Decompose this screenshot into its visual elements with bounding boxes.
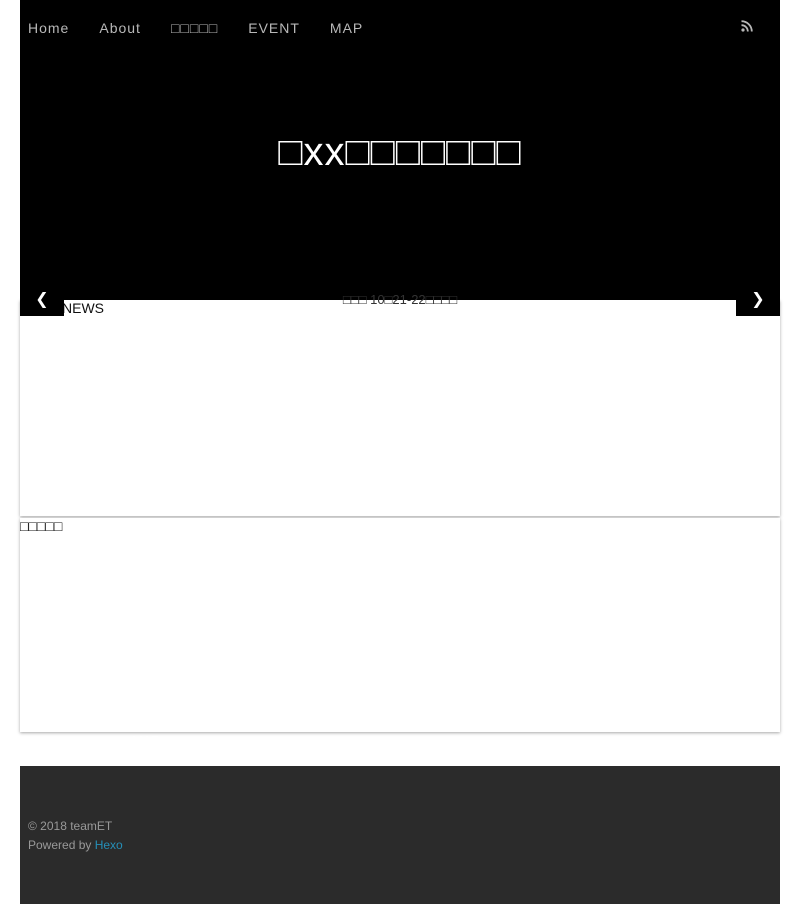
nav-item-home[interactable]: Home — [28, 18, 69, 38]
nav-item-3[interactable]: □□□□□ — [171, 18, 218, 38]
hero-banner: Home About □□□□□ EVENT MAP □xx□□□□□□□ — [20, 0, 780, 300]
powered-by: Powered by Hexo — [28, 837, 123, 853]
site-title: □xx□□□□□□□ — [278, 130, 522, 174]
quick-link-2-line2: □□□ — [388, 749, 412, 764]
quick-link-3-line2: □□□□ — [637, 749, 669, 764]
slider-prev-button[interactable]: ❮ — [20, 284, 64, 316]
nav-item-event[interactable]: EVENT — [248, 18, 300, 38]
copyright-text: © 2018 teamET — [28, 819, 113, 833]
footer: © 2018 teamET Powered by Hexo — [20, 766, 780, 904]
quick-link-2[interactable]: □□□□□□□□ □□□ — [310, 733, 490, 765]
hexo-link[interactable]: Hexo — [95, 838, 123, 852]
chevron-left-icon: ❮ — [35, 291, 49, 308]
rss-icon[interactable] — [740, 19, 754, 33]
slider-caption[interactable]: □□□ 10□21-22□□□□ — [0, 292, 800, 308]
nav-item-about[interactable]: About — [99, 18, 141, 38]
quick-link-3-line1: □□□□□ — [633, 733, 673, 748]
quick-link-3[interactable]: □□□□□ □□□□ — [563, 733, 743, 765]
info-heading: □□□□□ — [20, 518, 63, 534]
quick-link-map[interactable]: MAP □□□□ — [56, 733, 236, 765]
nav-item-map[interactable]: MAP — [330, 18, 363, 38]
powered-by-label: Powered by — [28, 838, 92, 852]
quick-link-map-line1: MAP — [131, 733, 161, 748]
quick-link-2-line1: □□□□□□□□ — [368, 733, 432, 748]
slider-next-button[interactable]: ❯ — [736, 284, 780, 316]
quick-link-map-line2: □□□□ — [130, 749, 162, 764]
page: Home About □□□□□ EVENT MAP □xx□□□□□□□ NE… — [0, 0, 800, 904]
news-panel: NEWS — [20, 300, 780, 516]
main-nav: Home About □□□□□ EVENT MAP — [28, 18, 393, 38]
info-panel: □□□□□ — [20, 518, 780, 732]
chevron-right-icon: ❯ — [751, 291, 765, 308]
